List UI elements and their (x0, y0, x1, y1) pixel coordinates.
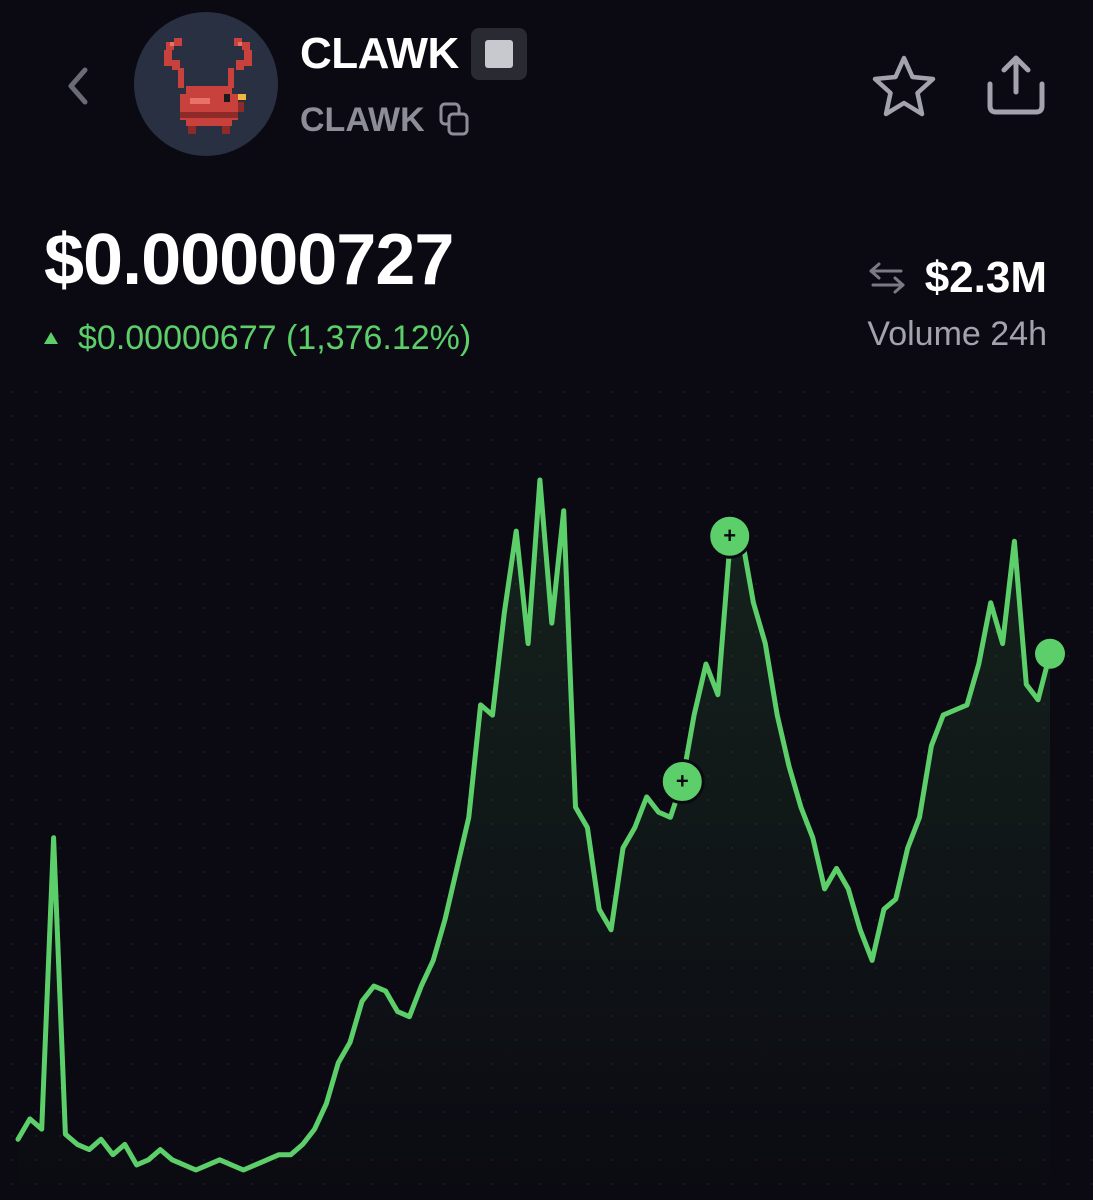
price-chart[interactable]: + + (0, 380, 1093, 1200)
price-change-value: $0.00000677 (1,376.12%) (78, 319, 472, 357)
current-price: $0.00000727 (44, 220, 454, 300)
token-avatar (134, 12, 278, 156)
crab-icon (164, 38, 252, 134)
up-triangle-icon (44, 332, 58, 344)
trade-marker-label: + (723, 523, 736, 548)
volume-row: $2.3M (867, 252, 1047, 304)
price-chart-svg[interactable]: ++ (0, 380, 1093, 1200)
chain-square-icon (484, 40, 513, 68)
chain-badge (470, 28, 527, 80)
favorite-button[interactable] (868, 52, 940, 120)
token-symbol: CLAWK (300, 101, 425, 139)
price-change: $0.00000677 (1,376.12%) (44, 316, 471, 360)
token-detail-screen: CLAWK CLAWK $0.00000727 $0.00000677 (1,3… (0, 0, 1093, 1200)
volume-value: $2.3M (924, 253, 1047, 302)
swap-arrows-icon (869, 262, 905, 294)
current-price-dot (1035, 638, 1065, 669)
star-icon (872, 55, 936, 117)
volume-label: Volume 24h (867, 315, 1047, 353)
share-button[interactable] (980, 50, 1052, 120)
chevron-left-icon (68, 67, 88, 105)
copy-address-button[interactable] (439, 102, 471, 138)
token-name: CLAWK (300, 29, 459, 78)
share-icon (987, 55, 1045, 115)
back-button[interactable] (56, 60, 100, 112)
copy-icon (439, 102, 469, 136)
trade-marker-label: + (676, 769, 689, 794)
